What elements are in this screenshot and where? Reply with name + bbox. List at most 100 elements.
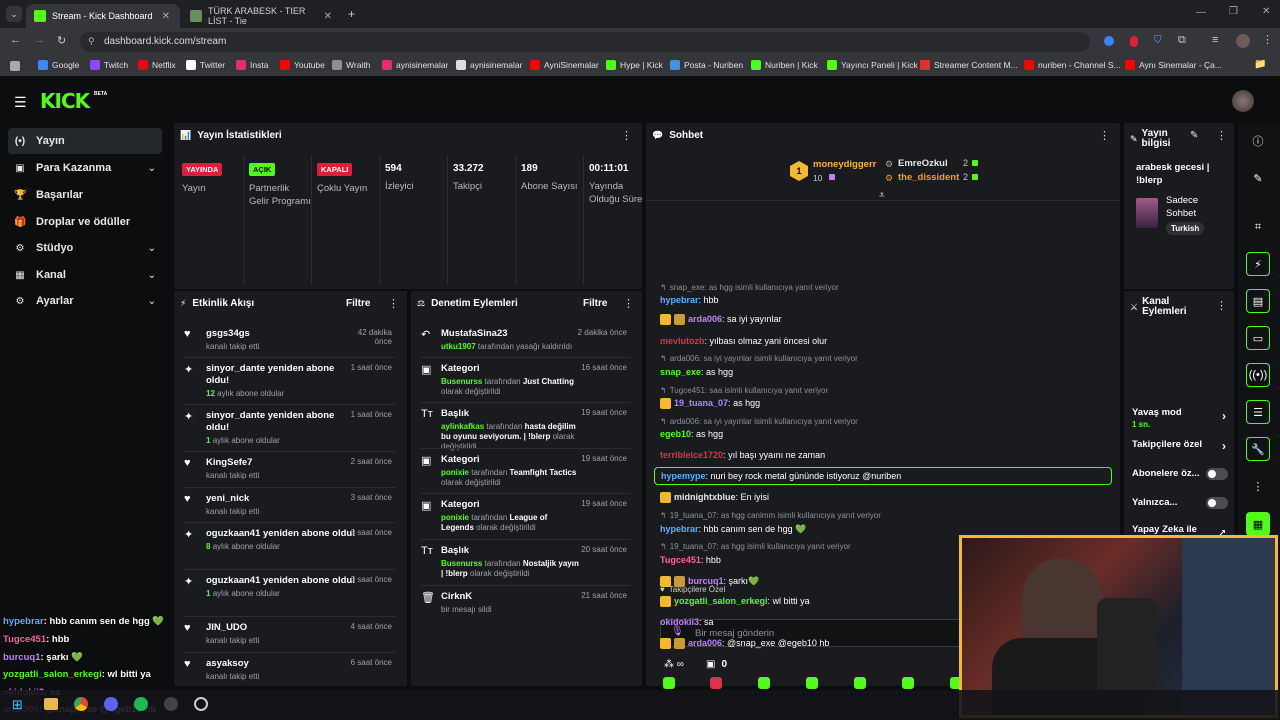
toggle-switch[interactable] — [1206, 468, 1228, 480]
channel-action-1[interactable]: Takipçilere özel s › — [1132, 439, 1228, 453]
leader-name[interactable]: the_dissident — [898, 172, 959, 183]
bookmark-item[interactable]: Twitter — [186, 60, 225, 70]
hamburger-menu-icon[interactable]: ☰ — [14, 94, 27, 111]
reload-icon[interactable]: ↻ — [57, 34, 66, 47]
top-gifter-name[interactable]: moneydiggerr — [813, 159, 876, 170]
toggle-switch[interactable] — [1206, 497, 1228, 509]
tab-stream-dashboard[interactable]: Stream - Kick Dashboard ✕ — [26, 4, 180, 28]
bookmark-item[interactable]: Wraith — [332, 60, 370, 70]
new-tab-icon[interactable]: + — [348, 7, 355, 21]
bookmark-item[interactable]: Twitch — [90, 60, 128, 70]
wrench-icon[interactable]: 🔧 — [1246, 437, 1270, 461]
bookmark-item[interactable]: Google — [38, 60, 79, 70]
bookmark-item[interactable]: aynisinemalar — [382, 60, 448, 70]
obs-icon[interactable] — [164, 697, 178, 711]
chat-username[interactable]: burcuq1 — [688, 576, 724, 586]
bookmark-item[interactable]: aynisinemalar — [456, 60, 522, 70]
bookmark-item[interactable]: Posta - Nuriben — [670, 60, 743, 70]
bookmark-item[interactable]: Youtube — [280, 60, 325, 70]
actor-name[interactable]: ponixie — [441, 513, 469, 522]
chat-username[interactable]: egeb10 — [660, 429, 691, 439]
edit-icon[interactable]: ✎ — [1190, 130, 1198, 141]
bookmark-item[interactable]: Insta — [236, 60, 268, 70]
chat-username[interactable]: hypebrar — [660, 524, 699, 534]
spotify-icon[interactable] — [134, 697, 148, 711]
leader-name[interactable]: EmreOzkul — [898, 158, 948, 169]
sidebar-item-başarılar[interactable]: 🏆 Başarılar — [8, 182, 162, 208]
more-options-icon[interactable]: ⋮ — [1216, 129, 1227, 142]
close-tab-icon[interactable]: ✕ — [162, 11, 170, 22]
tab-tier-list[interactable]: TÜRK ARABESK - TIER LİST - Tie ✕ — [182, 4, 342, 28]
media-icon[interactable]: ≡ — [1212, 34, 1218, 46]
bookmark-item[interactable]: AyniSinemalar — [530, 60, 599, 70]
channel-action-3[interactable]: Yalnızca... — [1132, 497, 1228, 509]
extensions-puzzle-icon[interactable]: ⧉ — [1178, 34, 1186, 47]
more-options-icon[interactable]: ⋮ — [621, 129, 632, 142]
close-tab-icon[interactable]: ✕ — [324, 11, 332, 22]
chat-username[interactable]: hypemype — [661, 471, 706, 481]
tab-search-icon[interactable]: ⌄ — [6, 6, 22, 22]
chat-username[interactable]: 19_tuana_07 — [674, 398, 728, 408]
extension-icon[interactable] — [1104, 36, 1114, 46]
kick-logo[interactable]: KICK — [40, 89, 90, 113]
chat-username[interactable]: arda006 — [688, 314, 722, 324]
edit-icon[interactable]: ✎ — [1246, 166, 1270, 190]
emote-icon[interactable] — [710, 677, 722, 689]
extension-icon[interactable] — [1130, 36, 1138, 47]
chat-username[interactable]: midnightxblue — [674, 492, 736, 502]
sidebar-item-kanal[interactable]: ▦ Kanal ⌄ — [8, 262, 162, 288]
chat-extra-icon[interactable]: ⁂ ∞ — [664, 659, 684, 670]
all-bookmarks-icon[interactable]: 📁 — [1254, 59, 1266, 70]
chat-username[interactable]: yozgatli_salon_erkegi — [674, 596, 768, 606]
back-icon[interactable]: ← — [10, 34, 21, 46]
channel-action-0[interactable]: Yavaş mod 1 sn. › — [1132, 407, 1228, 429]
user-avatar[interactable] — [1232, 90, 1254, 112]
channel-action-2[interactable]: Abonelere öz... — [1132, 468, 1228, 480]
profile-avatar[interactable] — [1236, 34, 1250, 48]
chat-username[interactable]: arda006 — [688, 638, 722, 648]
bookmark-item[interactable]: Netflix — [138, 60, 176, 70]
actor-name[interactable]: Busenurss — [441, 559, 482, 568]
chat-username[interactable]: Tugce451 — [660, 555, 701, 565]
close-window-icon[interactable]: ✕ — [1262, 6, 1270, 17]
chat-icon[interactable]: ▭ — [1246, 326, 1270, 350]
more-options-icon[interactable]: ⋮ — [1216, 299, 1227, 312]
app-icon[interactable] — [194, 697, 208, 711]
forward-icon[interactable]: → — [34, 34, 45, 46]
maximize-icon[interactable]: ❐ — [1229, 6, 1238, 17]
folder-icon[interactable] — [44, 698, 58, 710]
sidebar-item-para-kazanma[interactable]: ▣ Para Kazanma ⌄ — [8, 155, 162, 181]
sidebar-item-yayın[interactable]: (•) Yayın — [8, 128, 162, 154]
apps-grid-icon[interactable] — [10, 61, 20, 71]
emote-icon[interactable] — [806, 677, 818, 689]
browser-menu-icon[interactable]: ⋮ — [1262, 33, 1273, 46]
sidebar-item-stüdyo[interactable]: ⚙ Stüdyo ⌄ — [8, 235, 162, 261]
bookmark-item[interactable]: Streamer Content M... — [920, 60, 1018, 70]
emote-icon[interactable] — [902, 677, 914, 689]
more-options-icon[interactable]: ⋮ — [388, 297, 399, 310]
actor-name[interactable]: utku1907 — [441, 342, 476, 351]
lightning-icon[interactable]: ⚡ — [1246, 252, 1270, 276]
emote-icon[interactable] — [663, 677, 675, 689]
site-info-icon[interactable]: ⚲ — [88, 36, 95, 47]
microphone-icon[interactable]: 🎙 — [671, 626, 684, 637]
chat-username[interactable]: mevlutozb — [660, 336, 705, 346]
chat-username[interactable]: terribleice1720 — [660, 450, 723, 460]
shield-extension-icon[interactable]: ⛉ — [1154, 35, 1162, 46]
bookmark-item[interactable]: Nuriben | Kick — [751, 60, 818, 70]
server-icon[interactable]: ☰ — [1246, 400, 1270, 424]
emote-icon[interactable] — [758, 677, 770, 689]
overlay-icon[interactable]: ▦ — [1246, 512, 1270, 536]
bookmark-item[interactable]: Yayıncı Paneli | Kick — [827, 60, 918, 70]
chrome-icon[interactable] — [74, 697, 88, 711]
actor-name[interactable]: Busenurss — [441, 377, 482, 386]
more-options-icon[interactable]: ⋮ — [623, 297, 634, 310]
chat-username[interactable]: snap_exe — [660, 367, 701, 377]
actor-name[interactable]: ponixie — [441, 468, 469, 477]
sidebar-item-ayarlar[interactable]: ⚙ Ayarlar ⌄ — [8, 288, 162, 314]
chat-username[interactable]: okidokii3 — [660, 617, 699, 627]
bookmark-item[interactable]: Hype | Kick — [606, 60, 663, 70]
sidebar-item-droplar-ve-ödüller[interactable]: 🎁 Droplar ve ödüller — [8, 209, 162, 235]
info-icon[interactable]: ⓘ — [1246, 129, 1270, 153]
crop-icon[interactable]: ⌗ — [1246, 215, 1270, 239]
